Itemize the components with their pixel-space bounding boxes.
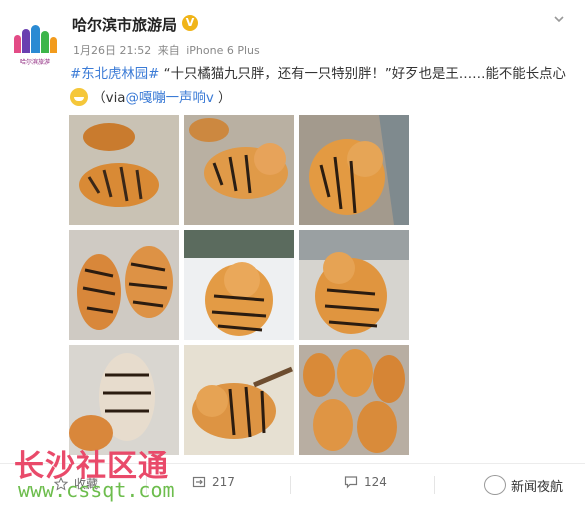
tiger-photo-5[interactable] bbox=[184, 230, 294, 340]
tiger-photo-8[interactable] bbox=[184, 345, 294, 455]
tiger-photo-2[interactable] bbox=[184, 115, 294, 225]
action-divider bbox=[290, 476, 291, 494]
post-date[interactable]: 1月26日 21:52 bbox=[73, 44, 151, 57]
comment-icon bbox=[344, 476, 358, 489]
post-meta: 1月26日 21:52 来自 iPhone 6 Plus bbox=[73, 42, 263, 58]
tiger-photo-9[interactable] bbox=[299, 345, 409, 455]
tiger-photo-3[interactable] bbox=[299, 115, 409, 225]
chevron-down-icon[interactable] bbox=[551, 12, 567, 28]
brand-watermark: 新闻夜航 bbox=[484, 475, 563, 495]
hashtag-link[interactable]: #东北虎林园# bbox=[70, 67, 159, 82]
repost-button[interactable]: 217 bbox=[192, 475, 235, 489]
author-name[interactable]: 哈尔滨市旅游局 bbox=[72, 14, 177, 35]
photo-grid bbox=[69, 115, 411, 455]
avatar[interactable]: 哈尔滨旅游 bbox=[8, 13, 62, 67]
brand-name: 新闻夜航 bbox=[511, 479, 564, 495]
repost-icon bbox=[192, 476, 206, 488]
laugh-emoji-icon bbox=[70, 88, 88, 106]
tiger-photo-1[interactable] bbox=[69, 115, 179, 225]
via-prefix: 来自 bbox=[157, 44, 180, 57]
avatar-caption: 哈尔滨旅游 bbox=[19, 59, 50, 66]
post-body: “十只橘猫九只胖，还有一只特别胖！”好歹也是王……能不能长点心 bbox=[159, 67, 566, 82]
via-open: （via bbox=[88, 91, 126, 106]
tiger-photo-6[interactable] bbox=[299, 230, 409, 340]
brand-logo-icon bbox=[484, 475, 506, 495]
comment-count: 124 bbox=[364, 475, 387, 489]
mention-link[interactable]: @嘎嘣一声响v bbox=[126, 91, 214, 106]
castle-logo-icon bbox=[12, 23, 58, 53]
comment-button[interactable]: 124 bbox=[344, 475, 387, 489]
post-text: #东北虎林园# “十只橘猫九只胖，还有一只特别胖！”好歹也是王……能不能长点心 … bbox=[70, 63, 576, 111]
action-divider bbox=[434, 476, 435, 494]
device-name: iPhone 6 Plus bbox=[186, 44, 260, 57]
tiger-photo-4[interactable] bbox=[69, 230, 179, 340]
verified-badge-icon: V bbox=[182, 15, 198, 31]
tiger-photo-7[interactable] bbox=[69, 345, 179, 455]
repost-count: 217 bbox=[212, 475, 235, 489]
watermark-url: www.cssqt.com bbox=[18, 478, 175, 502]
via-close: ） bbox=[213, 91, 232, 106]
